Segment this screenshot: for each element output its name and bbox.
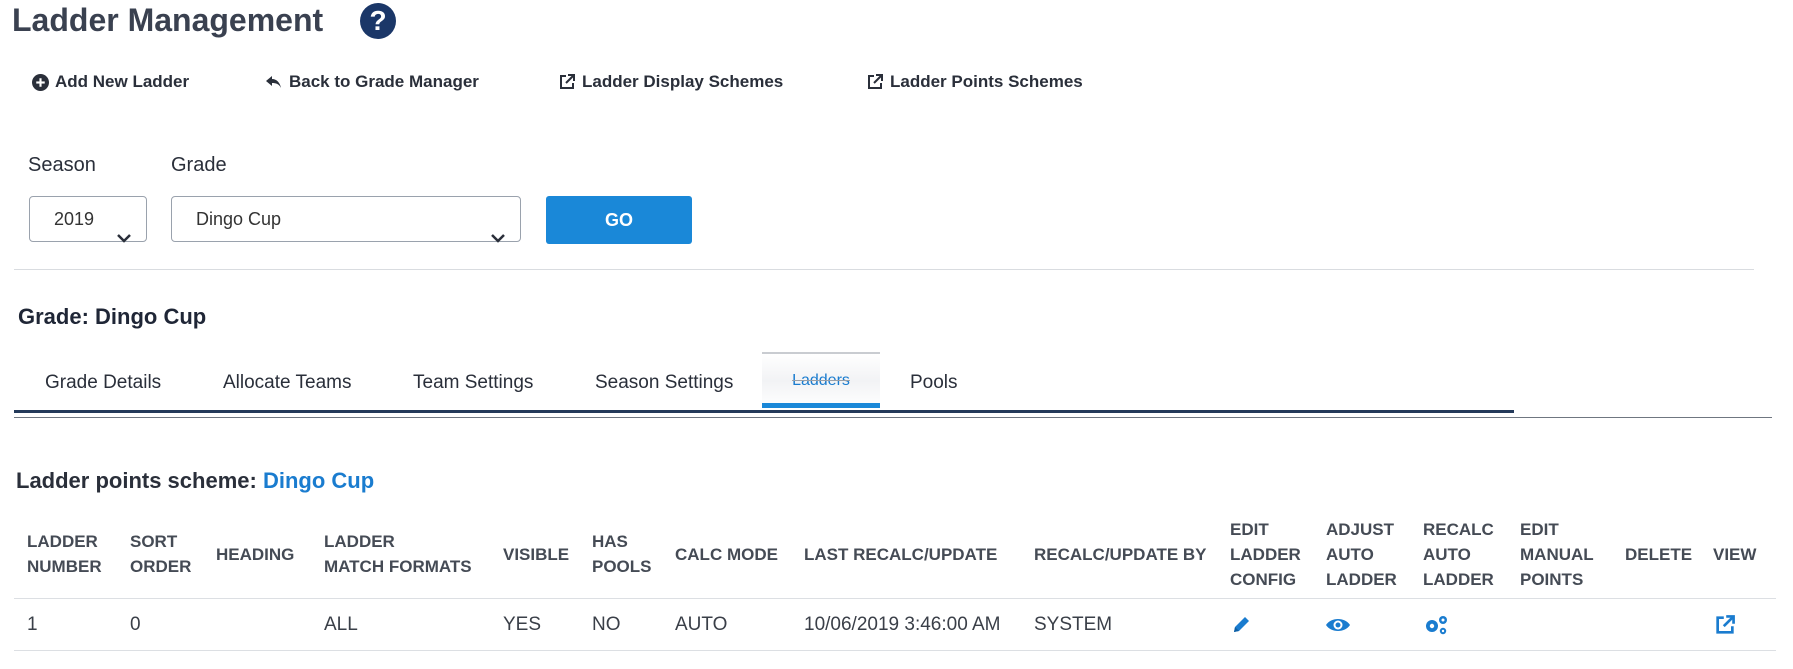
- ladder-points-schemes-link[interactable]: Ladder Points Schemes: [866, 72, 1083, 92]
- scheme-label: Ladder points scheme:: [16, 468, 257, 493]
- grade-label: Grade: [171, 154, 227, 176]
- cell-ladder-number: 1: [27, 614, 38, 635]
- chevron-down-icon: [116, 215, 132, 259]
- col-delete: DELETE: [1625, 544, 1693, 564]
- external-link-icon[interactable]: [1714, 614, 1736, 641]
- cell-recalc-by: SYSTEM: [1034, 614, 1113, 635]
- tab-pools[interactable]: Pools: [910, 372, 958, 394]
- add-new-ladder-label: Add New Ladder: [55, 72, 190, 91]
- back-to-grade-manager-label: Back to Grade Manager: [289, 72, 479, 91]
- pencil-icon[interactable]: [1230, 614, 1252, 641]
- tab-grade-details[interactable]: Grade Details: [45, 372, 161, 394]
- season-select[interactable]: 2019: [29, 196, 147, 243]
- tab-ladders-label: Ladders: [792, 372, 850, 389]
- cell-last-recalc: 10/06/2019 3:46:00 AM: [804, 614, 1001, 635]
- add-new-ladder-link[interactable]: Add New Ladder: [32, 72, 189, 92]
- reply-arrow-icon: [265, 74, 283, 90]
- ladder-points-schemes-label: Ladder Points Schemes: [890, 72, 1083, 91]
- col-sort-order[interactable]: SORT ORDER: [130, 510, 191, 598]
- help-icon[interactable]: ?: [360, 3, 396, 39]
- col-recalc-by[interactable]: RECALC/UPDATE BY: [1034, 510, 1207, 598]
- tab-underline: [14, 410, 1514, 413]
- external-link-icon: [558, 73, 576, 91]
- ladder-display-schemes-link[interactable]: Ladder Display Schemes: [558, 72, 783, 92]
- divider: [14, 417, 1772, 418]
- season-label: Season: [28, 154, 96, 176]
- cell-match-formats: ALL: [324, 614, 358, 635]
- active-tab-indicator: [762, 403, 880, 408]
- col-edit-manual-points: EDIT MANUAL POINTS: [1520, 519, 1594, 589]
- col-recalc-auto-ladder: RECALC AUTO LADDER: [1423, 519, 1494, 589]
- ladder-display-schemes-label: Ladder Display Schemes: [582, 72, 784, 91]
- cell-visible: YES: [503, 614, 542, 635]
- cell-has-pools: NO: [592, 614, 621, 635]
- tab-allocate-teams[interactable]: Allocate Teams: [223, 372, 352, 394]
- ladder-points-scheme: Ladder points scheme: Dingo Cup: [16, 468, 374, 494]
- scheme-link[interactable]: Dingo Cup: [263, 468, 374, 493]
- page-title: Ladder Management: [12, 2, 324, 38]
- back-to-grade-manager-link[interactable]: Back to Grade Manager: [265, 72, 479, 92]
- col-visible[interactable]: VISIBLE: [503, 510, 569, 598]
- col-view: VIEW: [1713, 544, 1757, 564]
- tab-team-settings[interactable]: Team Settings: [413, 372, 533, 394]
- col-last-recalc[interactable]: LAST RECALC/UPDATE: [804, 510, 997, 598]
- external-link-icon: [866, 73, 884, 91]
- tab-ladders[interactable]: Ladders: [762, 352, 880, 408]
- cell-calc-mode: AUTO: [675, 614, 728, 635]
- go-button[interactable]: GO: [546, 196, 692, 244]
- col-adjust-auto-ladder: ADJUST AUTO LADDER: [1326, 519, 1397, 589]
- col-match-formats[interactable]: LADDER MATCH FORMATS: [324, 510, 472, 598]
- col-ladder-number[interactable]: LADDER NUMBER: [27, 510, 102, 598]
- cell-sort-order: 0: [130, 614, 141, 635]
- tab-season-settings[interactable]: Season Settings: [595, 372, 733, 394]
- chevron-down-icon: [490, 215, 506, 259]
- gears-icon[interactable]: [1423, 614, 1449, 641]
- season-value: 2019: [54, 209, 95, 229]
- col-heading[interactable]: HEADING: [216, 510, 294, 598]
- divider: [14, 650, 1776, 651]
- grade-select[interactable]: Dingo Cup: [171, 196, 521, 243]
- table-header: LADDER NUMBER SORT ORDER HEADING LADDER MAT…: [0, 510, 1793, 598]
- divider: [14, 598, 1776, 599]
- plus-circle-icon: [32, 73, 49, 91]
- eye-icon[interactable]: [1325, 616, 1351, 639]
- divider: [14, 269, 1754, 270]
- grade-value: Dingo Cup: [196, 209, 282, 229]
- grade-title: Grade: Dingo Cup: [18, 304, 207, 329]
- col-calc-mode[interactable]: CALC MODE: [675, 510, 778, 598]
- col-has-pools[interactable]: HAS POOLS: [592, 510, 652, 598]
- col-edit-ladder-config: EDIT LADDER CONFIG: [1230, 519, 1301, 589]
